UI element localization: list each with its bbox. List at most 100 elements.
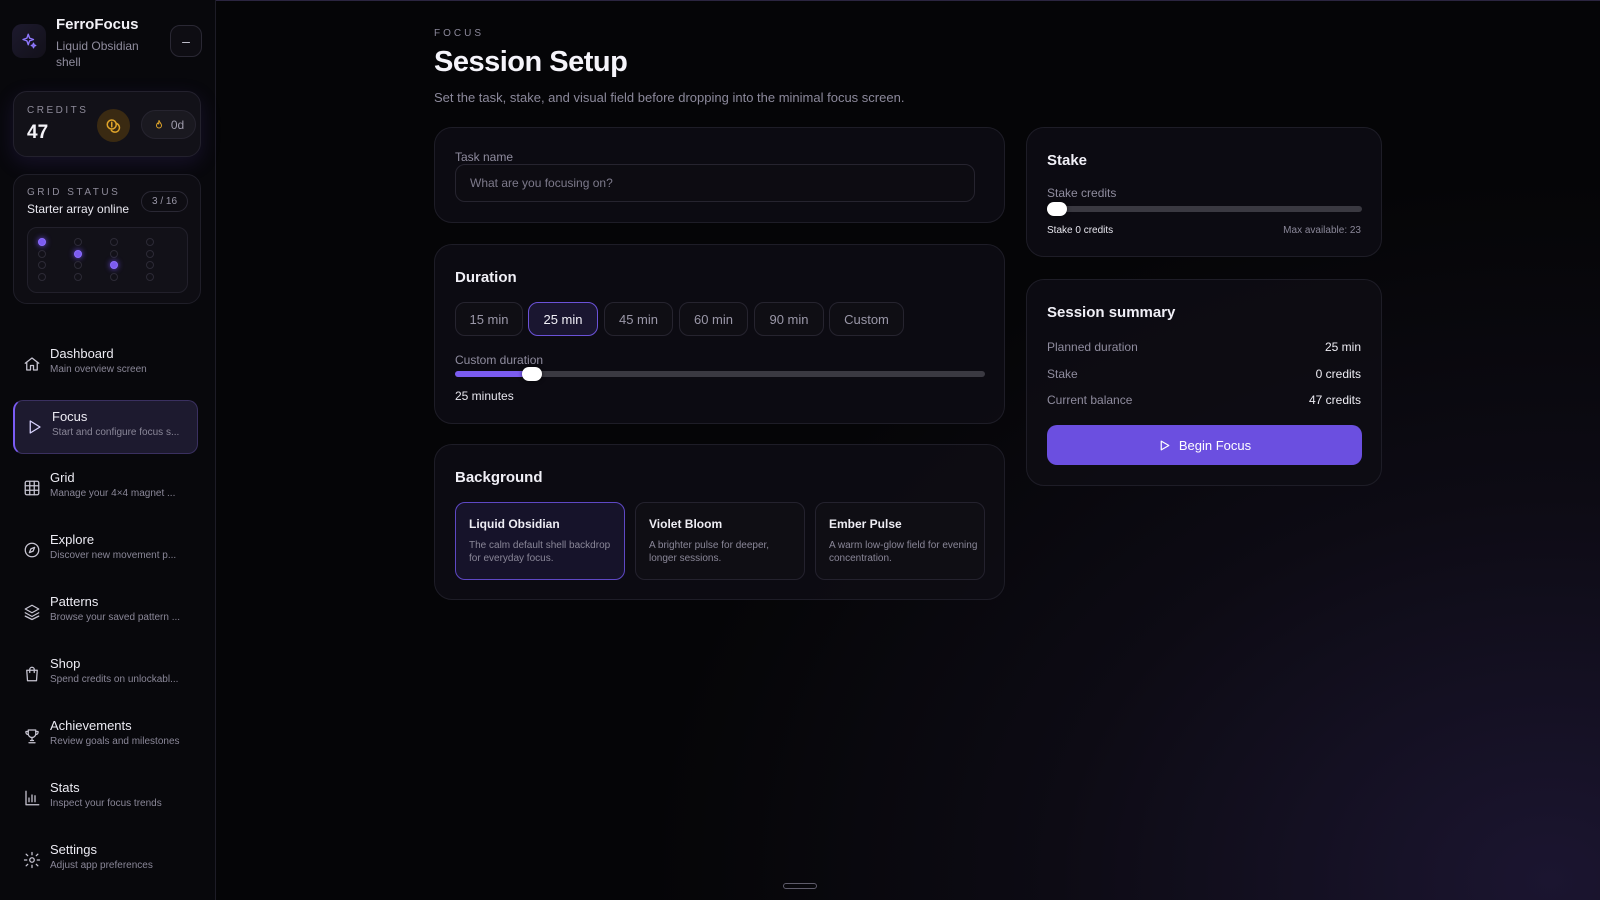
sidebar-item-settings[interactable]: Settings Adjust app preferences	[13, 834, 198, 888]
shopping-bag-icon	[26, 666, 38, 682]
background-option-description: A brighter pulse for deeper, longer sess…	[649, 540, 770, 564]
coin-icon	[97, 109, 130, 142]
custom-duration-slider[interactable]	[455, 367, 985, 381]
sidebar-item-explore[interactable]: Explore Discover new movement p...	[13, 524, 198, 578]
credits-label: CREDITS	[27, 105, 89, 116]
stake-credits-label: Stake credits	[1047, 186, 1117, 200]
magnet-dot	[38, 238, 46, 246]
stake-max-available: Max available: 23	[1283, 225, 1361, 236]
credits-card: CREDITS 47 0d	[13, 91, 201, 157]
sidebar-item-focus[interactable]: Focus Start and configure focus s...	[13, 400, 198, 454]
background-title: Background	[455, 469, 543, 486]
begin-focus-label: Begin Focus	[1178, 437, 1252, 453]
play-icon	[29, 420, 41, 434]
sidebar-item-label: Settings	[50, 842, 97, 857]
sidebar-item-description: Review goals and milestones	[50, 736, 180, 747]
session-summary-card: Session summary Planned duration 25 min St…	[1026, 279, 1382, 486]
sidebar-item-description: Spend credits on unlockabl...	[50, 674, 179, 685]
duration-option-15-min[interactable]: 15 min	[455, 302, 523, 336]
background-option-violet-bloom[interactable]: Violet Bloom A brighter pulse for deeper,…	[635, 502, 805, 580]
page-title: Session Setup	[434, 46, 628, 78]
slider-fill	[455, 371, 532, 377]
duration-option-90-min[interactable]: 90 min	[754, 302, 824, 336]
streak-value: 0d	[170, 117, 185, 132]
summary-row-label: Stake	[1047, 366, 1078, 381]
sidebar-item-description: Discover new movement p...	[50, 550, 177, 561]
background-option-description: A warm low-glow field for evening concen…	[829, 540, 978, 564]
section-eyebrow: FOCUS	[434, 28, 484, 39]
layers-icon	[24, 604, 40, 621]
duration-option-45-min[interactable]: 45 min	[604, 302, 673, 336]
sidebar-item-achievements[interactable]: Achievements Review goals and milestones	[13, 710, 198, 764]
bar-chart-icon	[25, 790, 40, 806]
sidebar-item-grid[interactable]: Grid Manage your 4×4 magnet ...	[13, 462, 198, 516]
background-option-description: The calm default shell backdrop for ever…	[469, 540, 611, 564]
trophy-icon	[25, 729, 39, 744]
collapse-sidebar-button[interactable]: –	[170, 25, 202, 57]
magnet-dot	[110, 261, 118, 269]
begin-focus-button[interactable]: Begin Focus	[1047, 425, 1362, 465]
background-option-name: Liquid Obsidian	[469, 517, 560, 531]
stake-value: Stake 0 credits	[1047, 225, 1114, 236]
summary-row-value: 0 credits	[1315, 366, 1361, 381]
magnet-dot	[146, 261, 154, 269]
app-subtitle: Liquid Obsidian shell	[56, 39, 139, 69]
stake-slider[interactable]	[1047, 202, 1362, 216]
task-card: Task name	[434, 127, 1005, 223]
magnet-dot	[38, 261, 46, 269]
sidebar-item-description: Manage your 4×4 magnet ...	[50, 488, 176, 499]
sidebar-item-label: Shop	[50, 656, 81, 671]
sidebar-item-description: Browse your saved pattern ...	[50, 612, 181, 623]
grid-status-label: GRID STATUS	[27, 187, 121, 198]
sidebar-item-label: Focus	[52, 409, 88, 424]
sidebar-item-description: Adjust app preferences	[50, 860, 153, 871]
task-name-input[interactable]	[455, 164, 975, 202]
compass-icon	[24, 542, 40, 558]
magnet-dot	[74, 238, 82, 246]
magnet-dot	[146, 272, 154, 281]
magnet-dot	[110, 272, 118, 281]
duration-option-25-min[interactable]: 25 min	[528, 302, 598, 336]
slider-thumb[interactable]	[522, 367, 542, 381]
magnet-grid-preview	[27, 227, 188, 293]
sidebar-item-label: Stats	[50, 780, 80, 795]
sidebar-item-label: Grid	[50, 470, 75, 485]
summary-row-value: 25 min	[1324, 340, 1361, 354]
background-option-ember-pulse[interactable]: Ember Pulse A warm low-glow field for eve…	[815, 502, 985, 580]
background-option-liquid-obsidian[interactable]: Liquid Obsidian The calm default shell ba…	[455, 502, 625, 580]
duration-card: Duration 15 min 25 min 45 min 60 min 90 min C…	[434, 244, 1005, 424]
sidebar-item-description: Start and configure focus s...	[52, 427, 180, 438]
credits-value: 47	[27, 122, 49, 143]
magnet-dot	[74, 261, 82, 269]
slider-thumb[interactable]	[1047, 202, 1067, 216]
duration-option-60-min[interactable]: 60 min	[679, 302, 748, 336]
top-divider	[216, 0, 1600, 1]
grid-status-title: Starter array online	[27, 202, 130, 216]
magnet-dot	[146, 249, 154, 258]
sparkle-icon	[12, 24, 46, 58]
sidebar-item-label: Patterns	[50, 594, 99, 609]
app-name: FerroFocus	[56, 16, 139, 33]
magnet-dot	[74, 272, 82, 281]
magnet-dot	[74, 249, 82, 258]
summary-row-label: Planned duration	[1047, 340, 1138, 354]
custom-duration-label: Custom duration	[455, 353, 544, 367]
page-subtitle: Set the task, stake, and visual field be…	[434, 90, 905, 105]
grid-status-card: GRID STATUS Starter array online 3 / 16	[13, 174, 201, 304]
gear-icon	[23, 851, 41, 869]
sidebar-item-dashboard[interactable]: Dashboard Main overview screen	[13, 338, 198, 392]
grid-count-badge: 3 / 16	[141, 191, 188, 212]
duration-option-custom[interactable]: Custom	[829, 302, 904, 336]
sidebar: FerroFocus Liquid Obsidian shell – CREDI…	[0, 0, 216, 900]
magnet-dot	[110, 249, 118, 258]
magnet-dot	[38, 272, 46, 281]
sidebar-item-label: Achievements	[50, 718, 132, 733]
sidebar-item-stats[interactable]: Stats Inspect your focus trends	[13, 772, 198, 826]
sidebar-item-description: Main overview screen	[50, 364, 147, 375]
sidebar-item-shop[interactable]: Shop Spend credits on unlockabl...	[13, 648, 198, 702]
summary-row-label: Current balance	[1047, 393, 1133, 407]
magnet-dot	[146, 238, 154, 246]
sidebar-item-label: Dashboard	[50, 346, 114, 361]
sidebar-item-patterns[interactable]: Patterns Browse your saved pattern ...	[13, 586, 198, 640]
home-indicator	[783, 883, 817, 889]
